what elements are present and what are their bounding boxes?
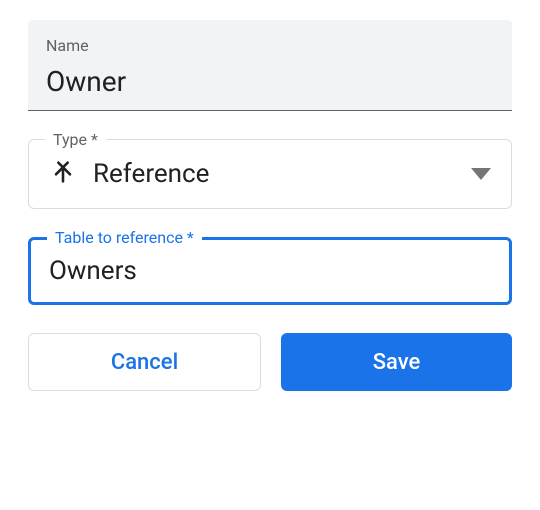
cancel-button[interactable]: Cancel (28, 333, 261, 391)
save-button[interactable]: Save (281, 333, 512, 391)
type-value: Reference (93, 159, 209, 189)
name-field[interactable]: Name (28, 20, 512, 111)
chevron-down-icon (471, 165, 491, 184)
dialog-actions: Cancel Save (28, 333, 512, 391)
type-field[interactable]: Type * Reference (28, 139, 512, 209)
table-reference-label: Table to reference * (47, 228, 202, 247)
table-reference-input[interactable] (49, 256, 491, 286)
name-input[interactable] (46, 65, 494, 98)
name-label: Name (46, 36, 494, 55)
table-reference-field[interactable]: Table to reference * (28, 237, 512, 305)
column-config-dialog: Name Type * Reference Table to re (28, 20, 512, 391)
type-label: Type * (45, 130, 106, 149)
merge-icon (49, 158, 77, 190)
